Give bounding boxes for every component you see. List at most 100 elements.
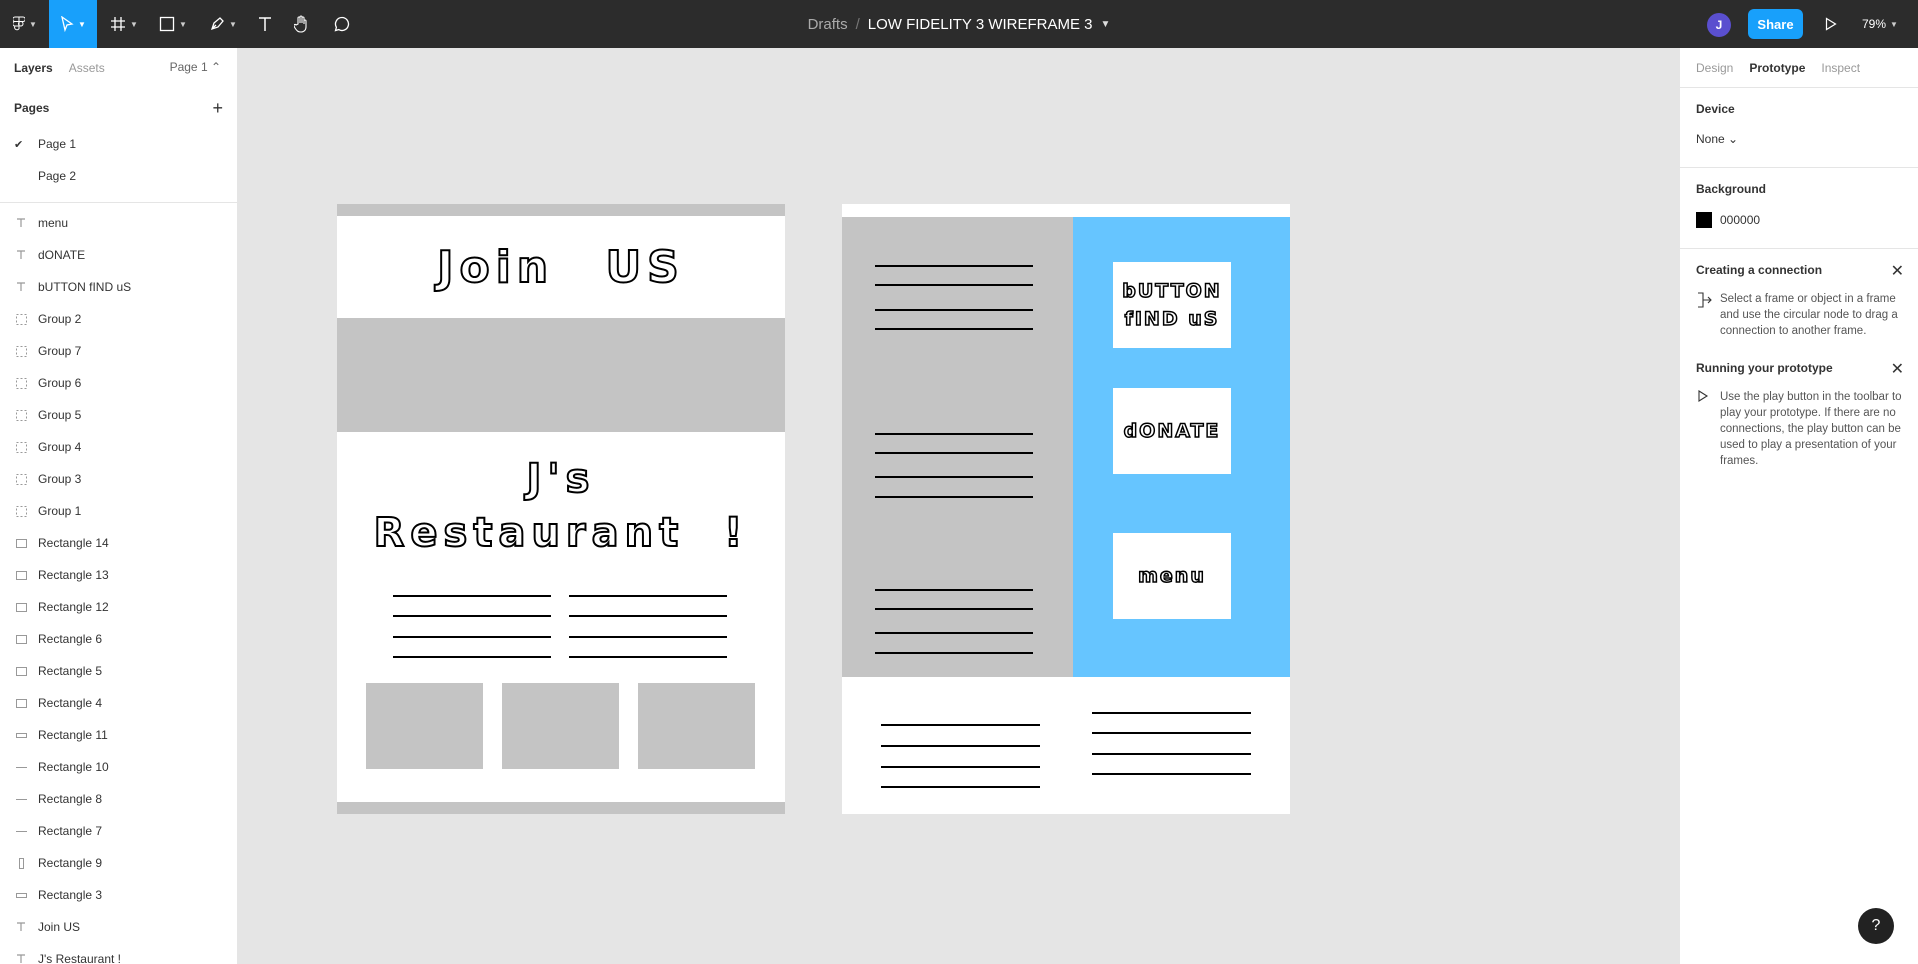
add-page-icon[interactable]: + [212, 98, 223, 119]
share-button[interactable]: Share [1748, 9, 1803, 39]
image-placeholder[interactable] [638, 683, 755, 769]
layer-item[interactable]: Group 2 [0, 303, 237, 335]
wide-rectangle-icon [16, 890, 38, 901]
menu-button[interactable]: menu [1113, 533, 1231, 619]
restaurant-title-line2[interactable]: Restaurant ! [337, 509, 785, 557]
file-name[interactable]: LOW FIDELITY 3 WIREFRAME 3 [868, 16, 1093, 33]
group-icon [16, 409, 38, 421]
layer-item[interactable]: Group 7 [0, 335, 237, 367]
page-item-2[interactable]: Page 2 [0, 160, 237, 192]
right-panel: Design Prototype Inspect Device None ⌄ B… [1679, 48, 1918, 964]
layer-item[interactable]: Rectangle 8 [0, 783, 237, 815]
top-bar-rect[interactable] [337, 204, 785, 216]
wide-rectangle-icon [16, 730, 38, 741]
zoom-level: 79% [1862, 17, 1887, 31]
text-line [881, 745, 1040, 747]
text-icon [16, 954, 38, 964]
frame-tool-button[interactable]: ▼ [105, 0, 143, 48]
question-icon: ? [1871, 917, 1881, 934]
layer-item[interactable]: Rectangle 14 [0, 527, 237, 559]
background-hex[interactable]: 000000 [1720, 213, 1760, 227]
text-tool-button[interactable] [250, 0, 280, 48]
text-line [569, 656, 727, 658]
text-line [1092, 773, 1251, 775]
layer-label: bUTTON fIND uS [38, 280, 132, 294]
layer-item[interactable]: Rectangle 5 [0, 655, 237, 687]
layer-item[interactable]: J's Restaurant ! [0, 943, 237, 964]
hero-image-placeholder[interactable] [337, 318, 785, 432]
background-row[interactable]: 000000 [1696, 212, 1902, 228]
layer-label: Group 4 [38, 440, 82, 454]
zoom-menu[interactable]: 79% ▼ [1862, 0, 1898, 48]
layer-label: J's Restaurant ! [38, 952, 121, 964]
layer-item[interactable]: Group 4 [0, 431, 237, 463]
layer-item[interactable]: Rectangle 3 [0, 879, 237, 911]
text-line [875, 265, 1033, 267]
layer-item[interactable]: Rectangle 6 [0, 623, 237, 655]
layer-label: Group 3 [38, 472, 82, 486]
layer-item[interactable]: bUTTON fIND uS [0, 271, 237, 303]
layer-label: Group 2 [38, 312, 82, 326]
help-button[interactable]: ? [1858, 908, 1894, 944]
tab-layers[interactable]: Layers [14, 61, 53, 75]
donate-button[interactable]: dONATE [1113, 388, 1231, 474]
pen-tool-button[interactable]: ▼ [204, 0, 242, 48]
layer-item[interactable]: Rectangle 7 [0, 815, 237, 847]
avatar[interactable]: J [1707, 13, 1731, 37]
text-line [875, 284, 1033, 286]
layer-label: Rectangle 12 [38, 600, 109, 614]
color-swatch[interactable] [1696, 212, 1712, 228]
layer-item[interactable]: Join US [0, 911, 237, 943]
page-selector[interactable]: Page 1 ⌃ [170, 60, 221, 74]
background-section: Background 000000 [1680, 168, 1918, 249]
image-placeholder[interactable] [502, 683, 619, 769]
close-icon[interactable]: ✕ [1891, 261, 1904, 281]
restaurant-title-line1[interactable]: J's [337, 455, 785, 503]
image-placeholder[interactable] [366, 683, 483, 769]
layer-item[interactable]: Rectangle 13 [0, 559, 237, 591]
layer-item[interactable]: Rectangle 11 [0, 719, 237, 751]
find-us-button[interactable]: bUTTON fIND uS [1113, 262, 1231, 348]
tab-inspect[interactable]: Inspect [1821, 61, 1860, 75]
text-line [393, 615, 551, 617]
layer-item[interactable]: Group 3 [0, 463, 237, 495]
text-line [875, 433, 1033, 435]
layer-label: Rectangle 5 [38, 664, 103, 678]
chevron-down-icon: ▼ [179, 19, 187, 29]
layer-label: Rectangle 13 [38, 568, 109, 582]
layer-label: Group 6 [38, 376, 82, 390]
hand-tool-button[interactable] [287, 0, 317, 48]
tab-prototype[interactable]: Prototype [1749, 61, 1805, 75]
tab-assets[interactable]: Assets [69, 61, 105, 75]
move-tool-button[interactable]: ▼ [49, 0, 97, 48]
frame-menu[interactable]: bUTTON fIND uS dONATE menu [842, 204, 1290, 814]
present-button[interactable] [1820, 14, 1842, 34]
main-menu-button[interactable]: ▼ [6, 0, 44, 48]
layer-item[interactable]: Rectangle 4 [0, 687, 237, 719]
canvas[interactable]: Join US J's Restaurant ! bUTTON fIND uS … [238, 48, 1679, 964]
layer-label: Group 7 [38, 344, 82, 358]
layer-item[interactable]: Group 6 [0, 367, 237, 399]
page-item-1[interactable]: ✔ Page 1 [0, 128, 237, 160]
bottom-bar-rect[interactable] [337, 802, 785, 814]
layer-label: Group 5 [38, 408, 82, 422]
page-label: Page 1 [38, 137, 77, 151]
join-us-heading[interactable]: Join US [337, 241, 785, 294]
breadcrumb-separator: / [855, 15, 860, 33]
layer-item[interactable]: Group 5 [0, 399, 237, 431]
layer-item[interactable]: Rectangle 10 [0, 751, 237, 783]
layer-item[interactable]: Group 1 [0, 495, 237, 527]
layer-item[interactable]: Rectangle 9 [0, 847, 237, 879]
layer-item[interactable]: menu [0, 207, 237, 239]
layer-item[interactable]: Rectangle 12 [0, 591, 237, 623]
breadcrumb-drafts[interactable]: Drafts [808, 16, 848, 33]
close-icon[interactable]: ✕ [1891, 359, 1904, 379]
device-select[interactable]: None ⌄ [1696, 132, 1902, 146]
shape-tool-button[interactable]: ▼ [154, 0, 192, 48]
frame-join-us[interactable]: Join US J's Restaurant ! [337, 204, 785, 814]
tab-design[interactable]: Design [1696, 61, 1733, 75]
chevron-down-icon[interactable]: ▼ [1101, 19, 1111, 30]
layer-item[interactable]: dONATE [0, 239, 237, 271]
layer-label: Rectangle 11 [38, 728, 108, 742]
comment-tool-button[interactable] [327, 0, 357, 48]
